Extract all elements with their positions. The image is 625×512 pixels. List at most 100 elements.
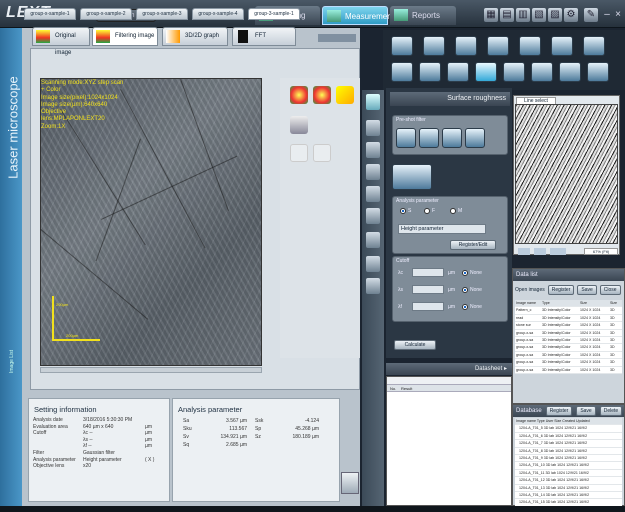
- window-controls[interactable]: [318, 34, 356, 42]
- parameter-dropdown[interactable]: Height parameter: [398, 224, 486, 234]
- register-button[interactable]: Register: [547, 285, 575, 295]
- file-tab-active[interactable]: group-3-sample-1: [248, 8, 300, 20]
- filter-icon[interactable]: [419, 128, 439, 148]
- measure-tool-icon[interactable]: [391, 62, 413, 82]
- database-row[interactable]: 1204-A_T01_9 3D lab 1024 12/9/21 16/9/2: [515, 455, 622, 463]
- db-save-button[interactable]: Save: [576, 406, 596, 416]
- measure-tool-icon[interactable]: [423, 36, 445, 56]
- image-list-tab[interactable]: Image List: [9, 333, 15, 373]
- zoom-in-icon[interactable]: [518, 248, 530, 255]
- strip-icon[interactable]: [366, 256, 380, 272]
- data-list-row[interactable]: group-x-sa 3D Intensity/Color 1024 X 1024 3…: [515, 344, 622, 352]
- file-tab[interactable]: group-x-sample-2: [80, 8, 132, 20]
- close-button[interactable]: Close: [599, 285, 621, 295]
- database-row[interactable]: 1204-A_T01_11 3D lab 1024 12/9/21 16/9/2: [515, 470, 622, 478]
- radio-f[interactable]: [424, 208, 430, 214]
- filter-icon[interactable]: [396, 128, 416, 148]
- close-icon[interactable]: ×: [611, 8, 625, 22]
- data-list-row[interactable]: group-x-sa 3D Intensity/Color 1024 X 1024 3…: [515, 359, 622, 367]
- tab-original-image[interactable]: Original image: [32, 27, 90, 56]
- none-radio[interactable]: [462, 270, 468, 276]
- tool-icon-5[interactable]: ▨: [548, 8, 562, 22]
- image-scrollbar[interactable]: [40, 367, 262, 373]
- data-list-row[interactable]: stone sur 3D Intensity/Color 1024 X 1024 3D: [515, 322, 622, 330]
- wrench-icon[interactable]: ✎: [584, 8, 598, 22]
- measure-tool-icon[interactable]: [503, 62, 525, 82]
- strip-icon[interactable]: [366, 232, 380, 248]
- filter-icon[interactable]: [465, 128, 485, 148]
- tab-fft[interactable]: FFT: [232, 27, 296, 46]
- strip-icon[interactable]: [366, 164, 380, 180]
- data-list-row[interactable]: group-x-sa 3D Intensity/Color 1024 X 1024 3…: [515, 367, 622, 374]
- filter-icon[interactable]: [442, 128, 462, 148]
- export-icon[interactable]: [341, 472, 359, 494]
- save-image-icon[interactable]: [290, 116, 308, 134]
- strip-icon[interactable]: [366, 186, 380, 202]
- tab-measurement[interactable]: Measurement: [322, 6, 394, 25]
- brightness-icon[interactable]: [336, 86, 354, 104]
- data-list-row[interactable]: group-x-sa 3D Intensity/Color 1024 X 1024 3…: [515, 337, 622, 345]
- tool-icon-1[interactable]: ▦: [484, 8, 498, 22]
- db-delete-button[interactable]: Delete: [599, 406, 623, 416]
- db-register-button[interactable]: Register: [545, 406, 573, 416]
- measure-tool-icon[interactable]: [475, 62, 497, 82]
- tool-icon-4[interactable]: ▧: [532, 8, 546, 22]
- measure-tool-icon[interactable]: [519, 36, 541, 56]
- original-image-icon: [36, 30, 50, 43]
- database-row[interactable]: 1204-A_T01_13 3D lab 1024 12/9/21 16/9/2: [515, 485, 622, 492]
- tool-icon-2[interactable]: ▤: [500, 8, 514, 22]
- height-map-icon[interactable]: [313, 86, 331, 104]
- data-list-row[interactable]: Pattern_c 3D Intensity/Color 1024 X 1024 3D: [515, 307, 622, 315]
- calculate-button[interactable]: Calculate: [394, 340, 436, 350]
- measure-tool-icon[interactable]: [487, 36, 509, 56]
- database-row[interactable]: 1204-A_T01_14 3D lab 1024 12/9/21 16/9/2: [515, 492, 622, 500]
- file-tab[interactable]: group-x-sample-1: [24, 8, 76, 20]
- color-map-icon[interactable]: [290, 86, 308, 104]
- database-row[interactable]: 1204-A_T01_5 3D lab 1024 12/9/21 16/9/2: [515, 425, 622, 433]
- tool-icon-3[interactable]: ▥: [516, 8, 530, 22]
- measure-tool-icon[interactable]: [391, 36, 413, 56]
- data-list-row[interactable]: read 3D Intensity/Color 1024 X 1024 3D: [515, 315, 622, 323]
- tab-reports[interactable]: Reports: [390, 6, 456, 25]
- measure-tool-icon[interactable]: [455, 36, 477, 56]
- strip-icon[interactable]: [366, 120, 380, 136]
- zoom-out-icon[interactable]: [534, 248, 546, 255]
- zoom-level[interactable]: 67% (Fit): [584, 248, 618, 255]
- none-radio[interactable]: [462, 287, 468, 293]
- fit-icon[interactable]: [550, 248, 566, 255]
- tab-filtering-image[interactable]: Filtering image: [92, 27, 158, 46]
- cutoff-value-input[interactable]: [412, 285, 444, 294]
- cutoff-value-input[interactable]: [412, 302, 444, 311]
- radio-m[interactable]: [450, 208, 456, 214]
- register-edit-button[interactable]: Register/Edit: [450, 240, 496, 250]
- strip-icon[interactable]: [366, 142, 380, 158]
- measure-tool-icon[interactable]: [447, 62, 469, 82]
- analysis-mode-icon[interactable]: [392, 164, 432, 190]
- measure-tool-icon[interactable]: [587, 62, 609, 82]
- strip-icon[interactable]: [366, 278, 380, 294]
- cutoff-value-input[interactable]: [412, 268, 444, 277]
- tab-3d2d-graph[interactable]: 3D/2D graph: [162, 27, 228, 46]
- analysis-param-panel: Analysis parameter Sa 3.567 µm Ssk -4.124 Sk…: [172, 398, 340, 502]
- database-row[interactable]: 1204-A_T01_6 3D lab 1024 12/9/21 16/9/2: [515, 433, 622, 441]
- radio-s[interactable]: [400, 208, 406, 214]
- none-radio[interactable]: [462, 304, 468, 310]
- data-list-row[interactable]: group-x-sa 3D Intensity/Color 1024 X 1024 3…: [515, 330, 622, 337]
- strip-icon[interactable]: [366, 208, 380, 224]
- measure-tool-icon[interactable]: [583, 36, 605, 56]
- database-row[interactable]: 1204-A_T01_10 3D lab 1024 12/9/21 16/9/2: [515, 462, 622, 470]
- database-row[interactable]: 1204-A_T01_12 3D lab 1024 12/9/21 16/9/2: [515, 477, 622, 485]
- preview-image[interactable]: [515, 104, 618, 244]
- database-row[interactable]: 1204-A_T01_8 3D lab 1024 12/9/21 16/9/2: [515, 448, 622, 455]
- measure-tool-icon[interactable]: [559, 62, 581, 82]
- measure-tool-icon[interactable]: [551, 36, 573, 56]
- save-button[interactable]: Save: [577, 285, 597, 295]
- database-row[interactable]: 1204-A_T01_7 3D lab 1024 12/9/21 16/9/2: [515, 440, 622, 448]
- strip-icon[interactable]: [366, 94, 380, 110]
- data-list-row[interactable]: group-x-sa 3D Intensity/Color 1024 X 1024 3…: [515, 352, 622, 360]
- file-tab[interactable]: group-x-sample-4: [192, 8, 244, 20]
- measure-tool-icon[interactable]: [531, 62, 553, 82]
- measure-tool-icon[interactable]: [419, 62, 441, 82]
- settings-icon[interactable]: ⚙: [564, 8, 578, 22]
- file-tab[interactable]: group-x-sample-3: [136, 8, 188, 20]
